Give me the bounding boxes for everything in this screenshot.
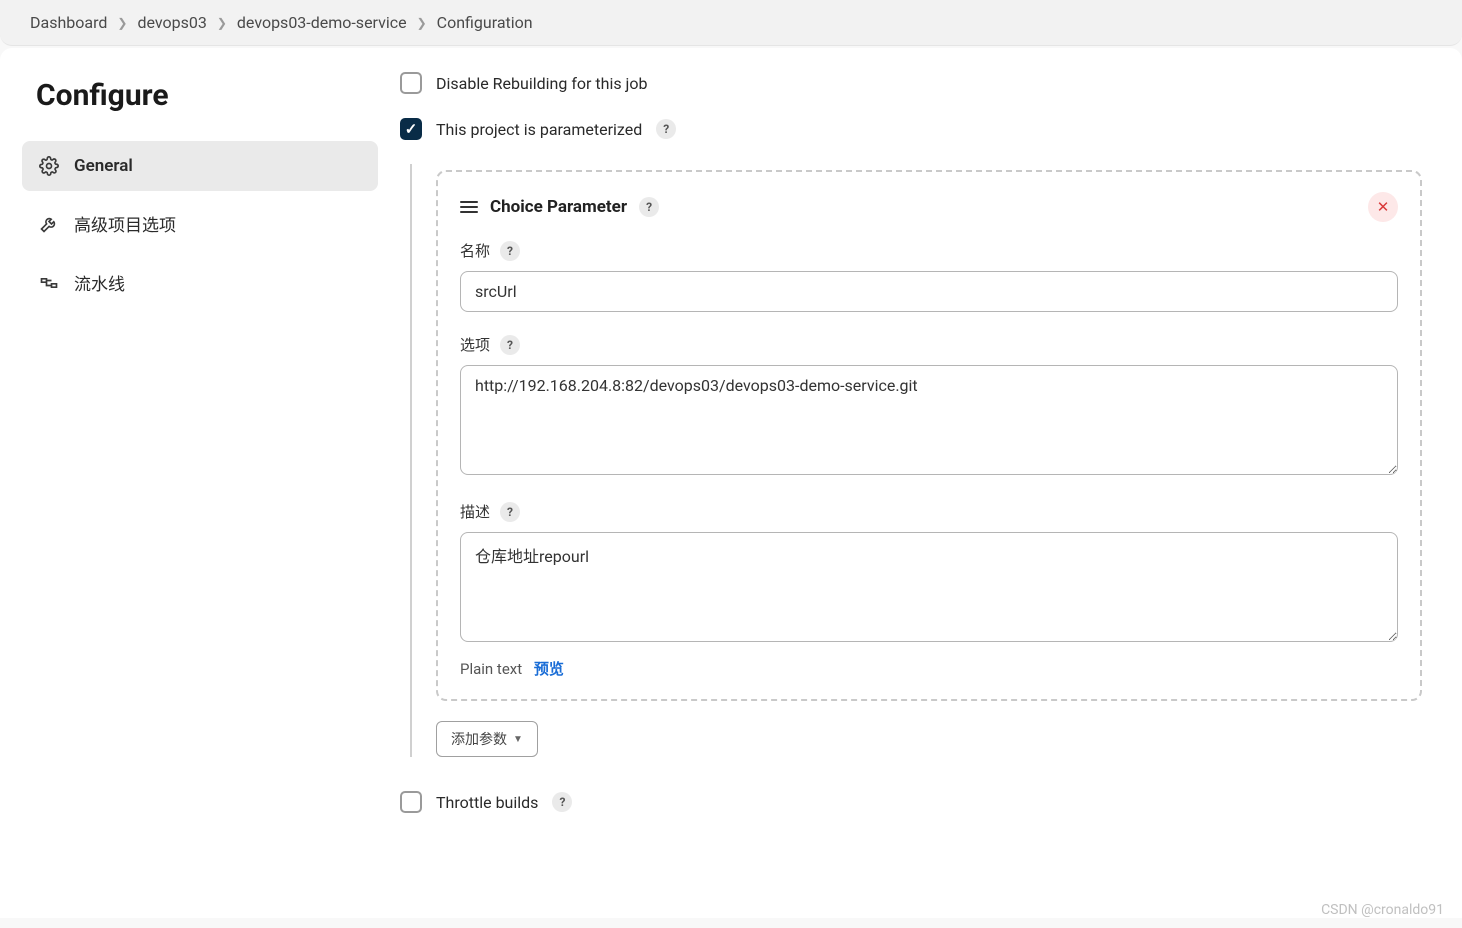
wrench-icon	[38, 213, 60, 235]
breadcrumb-configuration[interactable]: Configuration	[437, 13, 533, 32]
caret-down-icon: ▼	[513, 734, 523, 745]
field-name: 名称 ?	[460, 240, 1398, 312]
throttle-checkbox[interactable]	[400, 791, 422, 813]
help-icon[interactable]: ?	[552, 792, 572, 812]
breadcrumb-bar: Dashboard ❯ devops03 ❯ devops03-demo-ser…	[0, 0, 1462, 46]
label-text: 名称	[460, 240, 490, 261]
choices-label: 选项 ?	[460, 334, 1398, 355]
description-label: 描述 ?	[460, 501, 1398, 522]
sidebar-item-label: General	[74, 156, 133, 176]
page-title: Configure	[36, 78, 378, 113]
help-icon[interactable]: ?	[639, 197, 659, 217]
sidebar-item-label: 流水线	[74, 270, 125, 295]
breadcrumb: Dashboard ❯ devops03 ❯ devops03-demo-ser…	[30, 13, 1432, 32]
breadcrumb-dashboard[interactable]: Dashboard	[30, 13, 107, 32]
help-icon[interactable]: ?	[500, 335, 520, 355]
option-disable-rebuild: Disable Rebuilding for this job	[400, 72, 1422, 94]
sidebar-item-advanced[interactable]: 高级项目选项	[22, 197, 378, 250]
help-icon[interactable]: ?	[500, 241, 520, 261]
plain-text-label: Plain text	[460, 660, 522, 678]
parameters-section: Choice Parameter ? ✕ 名称 ? 选项	[410, 164, 1422, 757]
preview-link[interactable]: 预览	[534, 660, 564, 678]
parameterized-checkbox[interactable]	[400, 118, 422, 140]
sidebar-item-pipeline[interactable]: 流水线	[22, 256, 378, 309]
label-text: 选项	[460, 334, 490, 355]
option-throttle: Throttle builds ?	[400, 791, 1422, 813]
parameterized-label: This project is parameterized	[436, 120, 642, 139]
disable-rebuild-label: Disable Rebuilding for this job	[436, 74, 648, 93]
choices-textarea[interactable]	[460, 365, 1398, 475]
chevron-right-icon: ❯	[217, 16, 227, 30]
breadcrumb-devops03[interactable]: devops03	[137, 13, 206, 32]
add-parameter-label: 添加参数	[451, 729, 507, 749]
help-icon[interactable]: ?	[656, 119, 676, 139]
sidebar-item-label: 高级项目选项	[74, 211, 176, 236]
delete-parameter-button[interactable]: ✕	[1368, 192, 1398, 222]
main-content: Disable Rebuilding for this job This pro…	[400, 48, 1462, 918]
description-textarea[interactable]	[460, 532, 1398, 642]
card-header: Choice Parameter ? ✕	[460, 192, 1398, 222]
throttle-label: Throttle builds	[436, 793, 538, 812]
sidebar: Configure General 高级项目选项 流水线	[0, 48, 400, 918]
close-icon: ✕	[1377, 198, 1390, 216]
pipeline-icon	[38, 272, 60, 294]
option-parameterized: This project is parameterized ?	[400, 118, 1422, 140]
format-row: Plain text 预览	[460, 658, 1398, 679]
name-label: 名称 ?	[460, 240, 1398, 261]
card-title: Choice Parameter	[490, 197, 627, 217]
chevron-right-icon: ❯	[117, 16, 127, 30]
chevron-right-icon: ❯	[417, 16, 427, 30]
name-input[interactable]	[460, 271, 1398, 312]
main-container: Configure General 高级项目选项 流水线 Disable Reb…	[0, 48, 1462, 918]
field-choices: 选项 ?	[460, 334, 1398, 479]
add-parameter-button[interactable]: 添加参数 ▼	[436, 721, 538, 757]
drag-handle-icon[interactable]	[460, 201, 478, 213]
sidebar-item-general[interactable]: General	[22, 141, 378, 191]
breadcrumb-demo-service[interactable]: devops03-demo-service	[237, 13, 407, 32]
field-description: 描述 ? Plain text 预览	[460, 501, 1398, 679]
gear-icon	[38, 155, 60, 177]
help-icon[interactable]: ?	[500, 502, 520, 522]
label-text: 描述	[460, 501, 490, 522]
disable-rebuild-checkbox[interactable]	[400, 72, 422, 94]
choice-parameter-card: Choice Parameter ? ✕ 名称 ? 选项	[436, 170, 1422, 701]
